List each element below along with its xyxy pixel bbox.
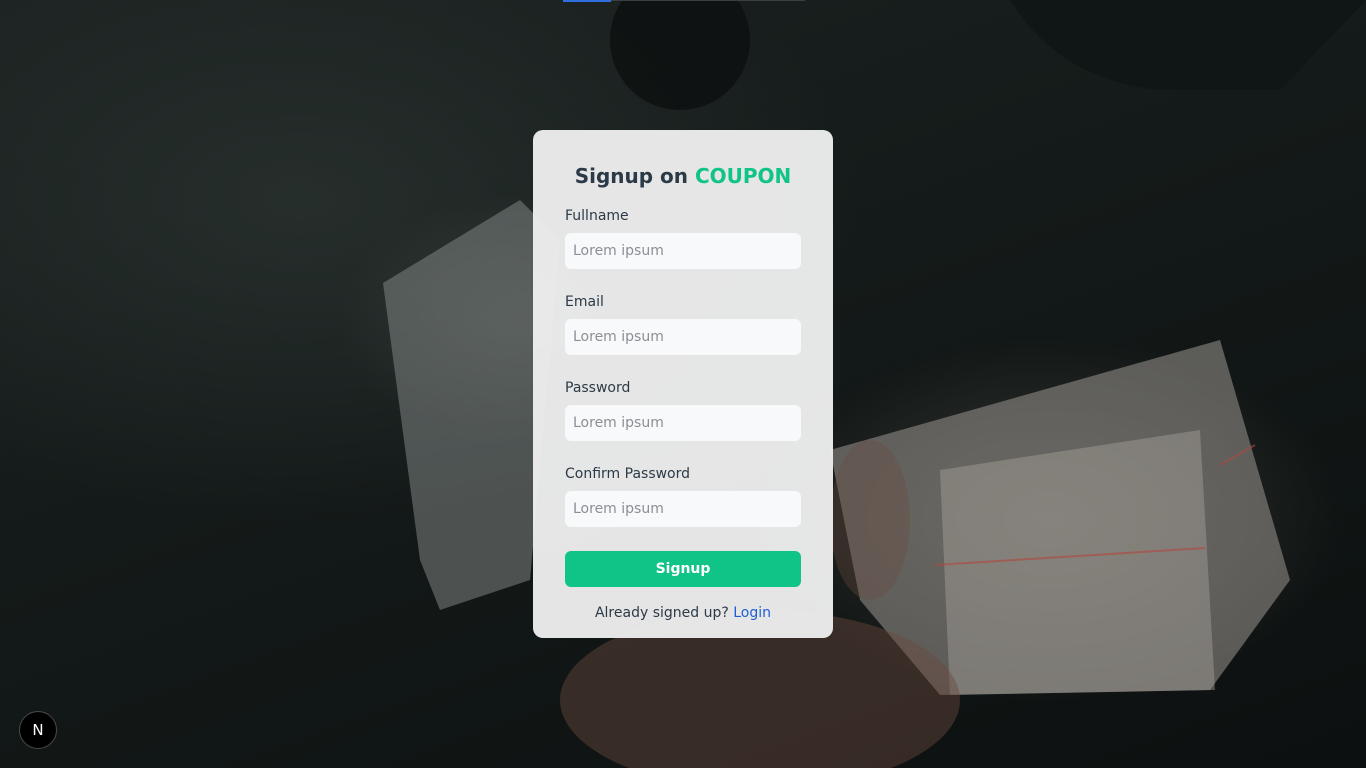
login-prompt: Already signed up? Login (565, 605, 801, 621)
password-input[interactable] (565, 405, 801, 441)
fullname-input[interactable] (565, 233, 801, 269)
nextjs-logo-icon[interactable]: N (19, 711, 57, 749)
email-input[interactable] (565, 319, 801, 355)
password-label: Password (565, 380, 631, 396)
title-prefix: Signup on (574, 164, 695, 188)
confirm-password-input[interactable] (565, 491, 801, 527)
login-prompt-text: Already signed up? (594, 605, 734, 621)
signup-card: Signup on COUPON Fullname Email Password… (533, 130, 833, 638)
signup-button[interactable]: Signup (565, 551, 801, 587)
login-link[interactable]: Login (733, 605, 771, 621)
fullname-label: Fullname (565, 208, 629, 224)
badge-letter: N (32, 721, 44, 739)
page-title: Signup on COUPON (565, 162, 801, 190)
brand-name: COUPON (694, 164, 792, 188)
top-progress-active-segment (563, 0, 611, 2)
email-label: Email (565, 294, 604, 310)
top-progress-indicator (563, 0, 805, 2)
confirm-password-label: Confirm Password (565, 466, 691, 482)
